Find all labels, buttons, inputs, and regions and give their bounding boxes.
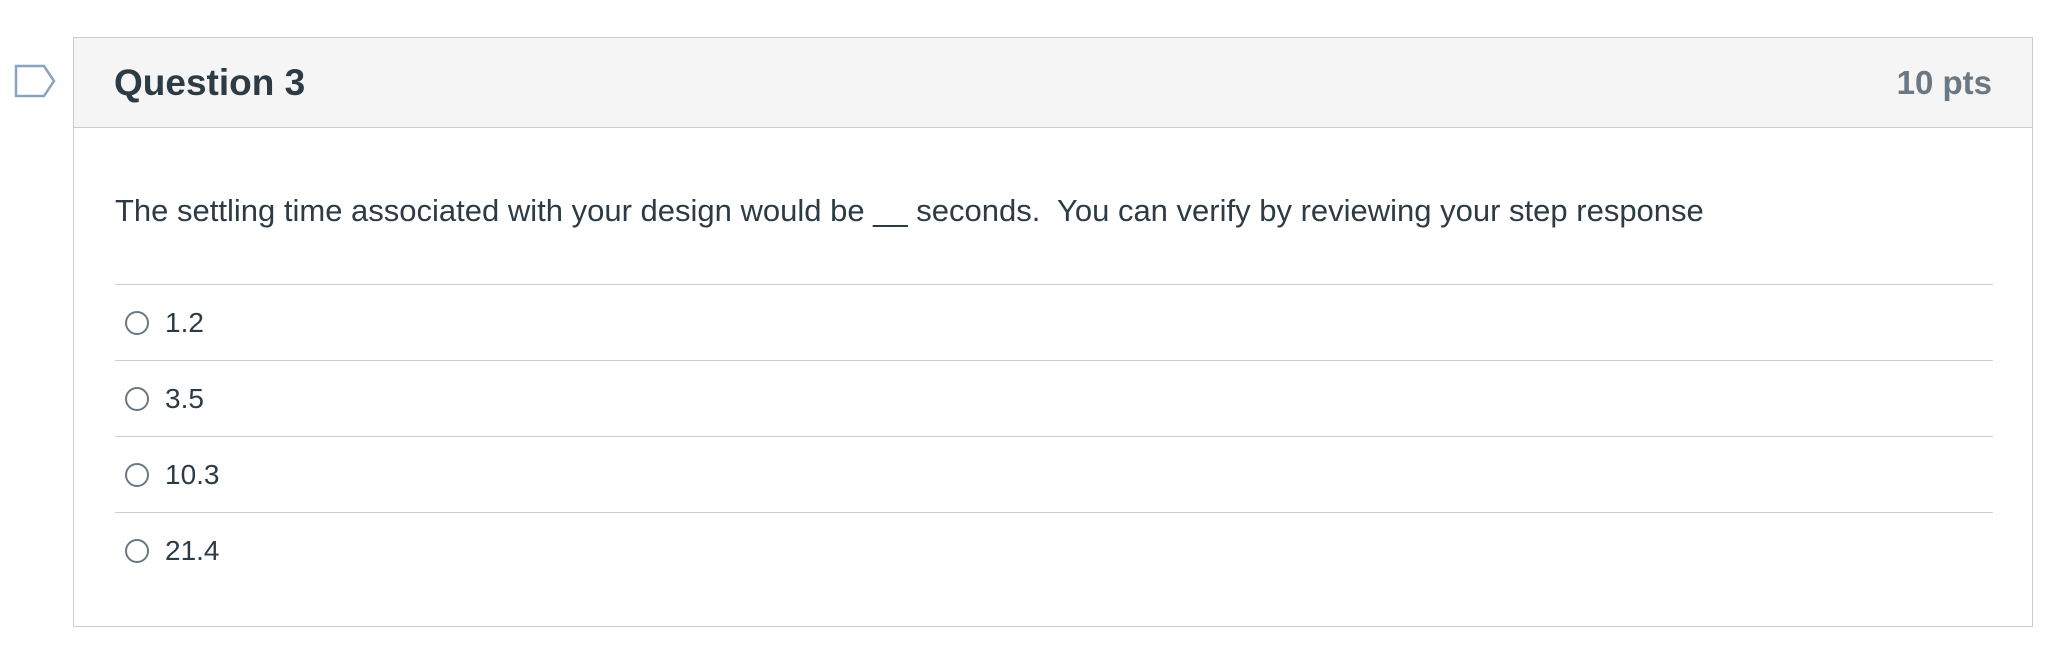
radio-button[interactable] — [125, 462, 149, 487]
radio-button[interactable] — [125, 538, 149, 563]
quiz-page: Question 3 10 pts The settling time asso… — [0, 0, 2072, 662]
flag-question-icon[interactable] — [14, 64, 56, 98]
answer-option[interactable]: 10.3 — [115, 436, 1993, 512]
answer-option[interactable]: 21.4 — [115, 512, 1993, 588]
question-title: Question 3 — [114, 61, 306, 103]
answer-option[interactable]: 3.5 — [115, 360, 1993, 436]
question-points: 10 pts — [1896, 63, 1992, 101]
question-text: The settling time associated with your d… — [115, 193, 1704, 228]
answer-label: 3.5 — [165, 382, 204, 414]
radio-button[interactable] — [125, 386, 149, 411]
radio-button[interactable] — [125, 310, 149, 335]
answer-list: 1.2 3.5 10.3 21.4 — [115, 284, 1993, 588]
question-card: Question 3 10 pts The settling time asso… — [73, 37, 2033, 627]
answer-label: 1.2 — [165, 306, 204, 338]
answer-option[interactable]: 1.2 — [115, 284, 1993, 360]
question-header: Question 3 10 pts — [74, 38, 2032, 128]
answer-label: 10.3 — [165, 458, 220, 490]
answer-label: 21.4 — [165, 534, 220, 566]
